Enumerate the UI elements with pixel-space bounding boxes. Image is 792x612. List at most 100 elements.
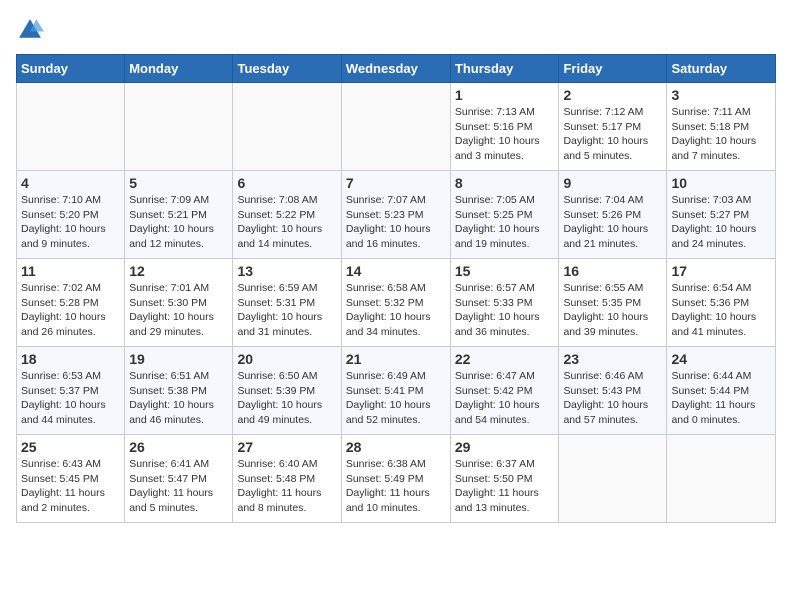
day-cell: 24 Sunrise: 6:44 AMSunset: 5:44 PMDayligh… [667, 347, 776, 435]
week-row-3: 11 Sunrise: 7:02 AMSunset: 5:28 PMDayligh… [17, 259, 776, 347]
day-info: Sunrise: 7:07 AMSunset: 5:23 PMDaylight:… [346, 193, 446, 252]
day-number: 19 [129, 351, 228, 367]
header-row: SundayMondayTuesdayWednesdayThursdayFrid… [17, 55, 776, 83]
day-info: Sunrise: 6:37 AMSunset: 5:50 PMDaylight:… [455, 457, 555, 516]
day-info: Sunrise: 6:41 AMSunset: 5:47 PMDaylight:… [129, 457, 228, 516]
day-cell: 9 Sunrise: 7:04 AMSunset: 5:26 PMDaylight… [559, 171, 667, 259]
day-number: 26 [129, 439, 228, 455]
day-number: 15 [455, 263, 555, 279]
day-number: 27 [237, 439, 336, 455]
day-info: Sunrise: 6:53 AMSunset: 5:37 PMDaylight:… [21, 369, 120, 428]
logo [16, 16, 48, 44]
day-info: Sunrise: 7:02 AMSunset: 5:28 PMDaylight:… [21, 281, 120, 340]
day-info: Sunrise: 7:04 AMSunset: 5:26 PMDaylight:… [563, 193, 662, 252]
day-number: 7 [346, 175, 446, 191]
day-info: Sunrise: 7:10 AMSunset: 5:20 PMDaylight:… [21, 193, 120, 252]
day-cell: 11 Sunrise: 7:02 AMSunset: 5:28 PMDayligh… [17, 259, 125, 347]
day-info: Sunrise: 7:11 AMSunset: 5:18 PMDaylight:… [671, 105, 771, 164]
day-cell: 25 Sunrise: 6:43 AMSunset: 5:45 PMDayligh… [17, 435, 125, 523]
day-cell: 12 Sunrise: 7:01 AMSunset: 5:30 PMDayligh… [125, 259, 233, 347]
day-cell: 14 Sunrise: 6:58 AMSunset: 5:32 PMDayligh… [341, 259, 450, 347]
col-header-tuesday: Tuesday [233, 55, 341, 83]
day-cell: 26 Sunrise: 6:41 AMSunset: 5:47 PMDayligh… [125, 435, 233, 523]
day-number: 22 [455, 351, 555, 367]
day-number: 12 [129, 263, 228, 279]
day-info: Sunrise: 7:03 AMSunset: 5:27 PMDaylight:… [671, 193, 771, 252]
day-number: 11 [21, 263, 120, 279]
day-info: Sunrise: 6:38 AMSunset: 5:49 PMDaylight:… [346, 457, 446, 516]
day-info: Sunrise: 6:49 AMSunset: 5:41 PMDaylight:… [346, 369, 446, 428]
page-header [16, 16, 776, 44]
day-number: 14 [346, 263, 446, 279]
week-row-5: 25 Sunrise: 6:43 AMSunset: 5:45 PMDayligh… [17, 435, 776, 523]
day-cell: 23Sunrise: 6:46 AMSunset: 5:43 PMDayligh… [559, 347, 667, 435]
day-info: Sunrise: 7:05 AMSunset: 5:25 PMDaylight:… [455, 193, 555, 252]
day-cell: 15 Sunrise: 6:57 AMSunset: 5:33 PMDayligh… [450, 259, 559, 347]
day-cell: 5Sunrise: 7:09 AMSunset: 5:21 PMDaylight… [125, 171, 233, 259]
week-row-1: 1 Sunrise: 7:13 AMSunset: 5:16 PMDaylight… [17, 83, 776, 171]
day-info: Sunrise: 7:13 AMSunset: 5:16 PMDaylight:… [455, 105, 555, 164]
day-number: 13 [237, 263, 336, 279]
col-header-saturday: Saturday [667, 55, 776, 83]
day-cell: 28 Sunrise: 6:38 AMSunset: 5:49 PMDayligh… [341, 435, 450, 523]
day-cell: 29 Sunrise: 6:37 AMSunset: 5:50 PMDayligh… [450, 435, 559, 523]
col-header-friday: Friday [559, 55, 667, 83]
day-number: 18 [21, 351, 120, 367]
day-cell: 1 Sunrise: 7:13 AMSunset: 5:16 PMDaylight… [450, 83, 559, 171]
day-cell: 19Sunrise: 6:51 AMSunset: 5:38 PMDayligh… [125, 347, 233, 435]
day-cell: 21Sunrise: 6:49 AMSunset: 5:41 PMDayligh… [341, 347, 450, 435]
day-number: 17 [671, 263, 771, 279]
calendar-table: SundayMondayTuesdayWednesdayThursdayFrid… [16, 54, 776, 523]
day-number: 3 [671, 87, 771, 103]
day-number: 20 [237, 351, 336, 367]
day-cell [341, 83, 450, 171]
day-info: Sunrise: 6:57 AMSunset: 5:33 PMDaylight:… [455, 281, 555, 340]
day-cell: 17 Sunrise: 6:54 AMSunset: 5:36 PMDayligh… [667, 259, 776, 347]
week-row-2: 4 Sunrise: 7:10 AMSunset: 5:20 PMDaylight… [17, 171, 776, 259]
day-number: 1 [455, 87, 555, 103]
day-cell: 18 Sunrise: 6:53 AMSunset: 5:37 PMDayligh… [17, 347, 125, 435]
day-info: Sunrise: 6:55 AMSunset: 5:35 PMDaylight:… [563, 281, 662, 340]
day-info: Sunrise: 6:54 AMSunset: 5:36 PMDaylight:… [671, 281, 771, 340]
day-cell: 3 Sunrise: 7:11 AMSunset: 5:18 PMDaylight… [667, 83, 776, 171]
day-info: Sunrise: 6:40 AMSunset: 5:48 PMDaylight:… [237, 457, 336, 516]
day-number: 24 [671, 351, 771, 367]
day-cell: 4 Sunrise: 7:10 AMSunset: 5:20 PMDaylight… [17, 171, 125, 259]
day-number: 4 [21, 175, 120, 191]
day-cell: 7 Sunrise: 7:07 AMSunset: 5:23 PMDaylight… [341, 171, 450, 259]
day-info: Sunrise: 7:08 AMSunset: 5:22 PMDaylight:… [237, 193, 336, 252]
day-number: 2 [563, 87, 662, 103]
day-number: 9 [563, 175, 662, 191]
col-header-monday: Monday [125, 55, 233, 83]
day-info: Sunrise: 7:01 AMSunset: 5:30 PMDaylight:… [129, 281, 228, 340]
day-number: 25 [21, 439, 120, 455]
day-info: Sunrise: 6:44 AMSunset: 5:44 PMDaylight:… [671, 369, 771, 428]
day-cell [17, 83, 125, 171]
col-header-sunday: Sunday [17, 55, 125, 83]
day-cell: 8 Sunrise: 7:05 AMSunset: 5:25 PMDaylight… [450, 171, 559, 259]
day-cell: 13Sunrise: 6:59 AMSunset: 5:31 PMDayligh… [233, 259, 341, 347]
day-cell [233, 83, 341, 171]
day-info: Sunrise: 6:43 AMSunset: 5:45 PMDaylight:… [21, 457, 120, 516]
day-number: 10 [671, 175, 771, 191]
col-header-thursday: Thursday [450, 55, 559, 83]
day-info: Sunrise: 7:12 AMSunset: 5:17 PMDaylight:… [563, 105, 662, 164]
day-number: 28 [346, 439, 446, 455]
day-cell: 6Sunrise: 7:08 AMSunset: 5:22 PMDaylight… [233, 171, 341, 259]
day-number: 29 [455, 439, 555, 455]
day-cell: 27 Sunrise: 6:40 AMSunset: 5:48 PMDayligh… [233, 435, 341, 523]
logo-icon [16, 16, 44, 44]
day-info: Sunrise: 6:50 AMSunset: 5:39 PMDaylight:… [237, 369, 336, 428]
day-number: 16 [563, 263, 662, 279]
week-row-4: 18 Sunrise: 6:53 AMSunset: 5:37 PMDayligh… [17, 347, 776, 435]
day-number: 23 [563, 351, 662, 367]
day-info: Sunrise: 6:58 AMSunset: 5:32 PMDaylight:… [346, 281, 446, 340]
day-cell [667, 435, 776, 523]
day-cell: 16 Sunrise: 6:55 AMSunset: 5:35 PMDayligh… [559, 259, 667, 347]
day-info: Sunrise: 6:47 AMSunset: 5:42 PMDaylight:… [455, 369, 555, 428]
day-cell: 22 Sunrise: 6:47 AMSunset: 5:42 PMDayligh… [450, 347, 559, 435]
col-header-wednesday: Wednesday [341, 55, 450, 83]
day-cell: 20 Sunrise: 6:50 AMSunset: 5:39 PMDayligh… [233, 347, 341, 435]
day-cell [125, 83, 233, 171]
day-number: 8 [455, 175, 555, 191]
